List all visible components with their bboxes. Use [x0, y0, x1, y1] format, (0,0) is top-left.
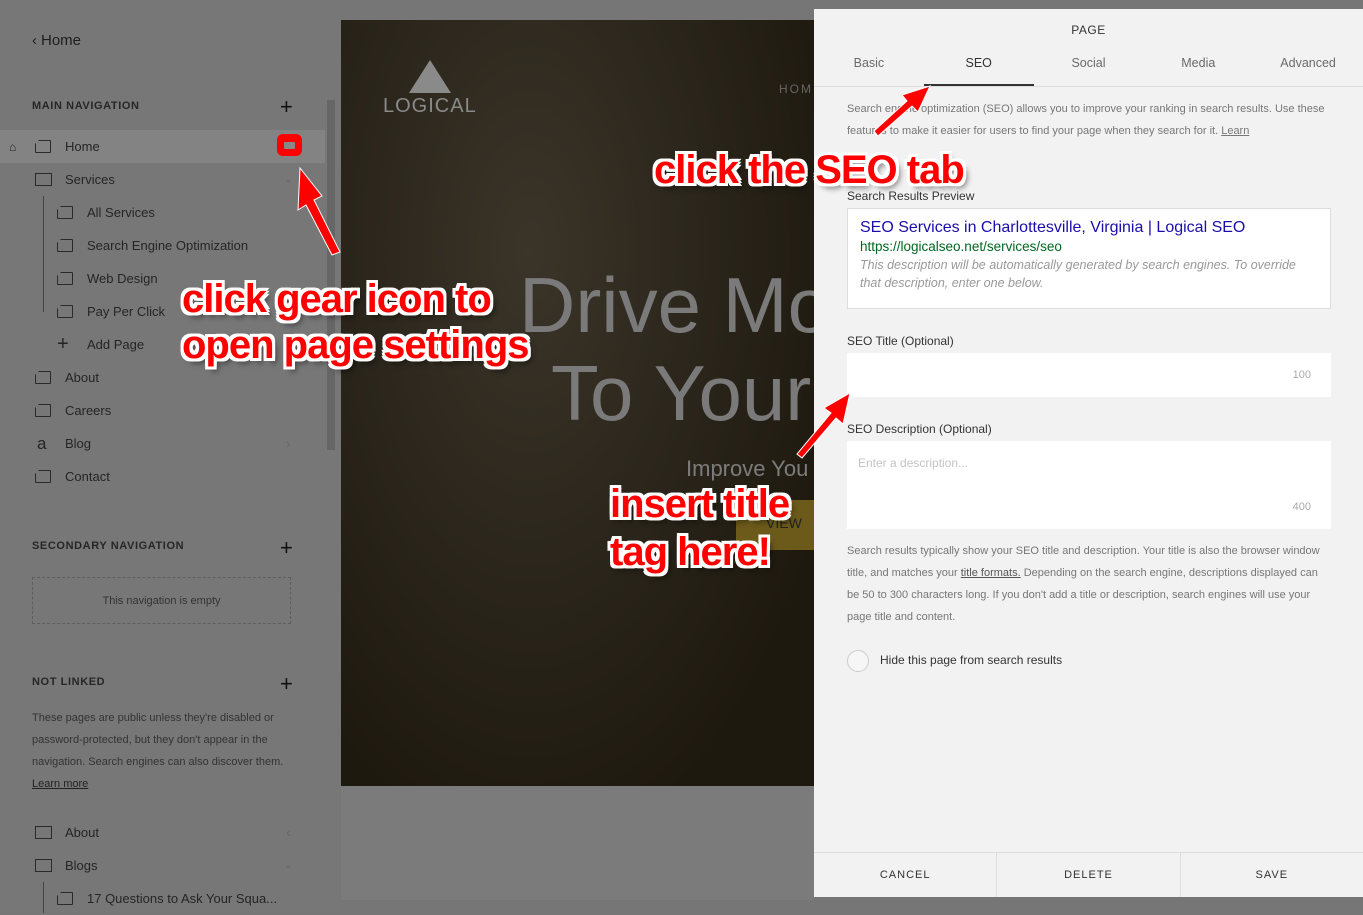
seo-title-input[interactable]: 100: [847, 353, 1331, 397]
hero-heading-line1: Drive Mo: [519, 261, 814, 349]
delete-button[interactable]: DELETE: [997, 853, 1181, 897]
hide-from-search-toggle[interactable]: [847, 650, 869, 672]
nav-item-careers[interactable]: Careers: [0, 394, 325, 427]
page-icon: [57, 272, 73, 285]
seo-description-input[interactable]: Enter a description... 400: [847, 441, 1331, 529]
page-icon: [35, 404, 51, 417]
secondary-navigation-heading: SECONDARY NAVIGATION: [32, 540, 185, 552]
logo-triangle-icon: [408, 60, 451, 93]
page-icon: [35, 470, 51, 483]
secondary-nav-empty: This navigation is empty: [32, 577, 291, 624]
site-preview: LOGICAL HOM Drive Mo To Your Improve You…: [341, 20, 814, 786]
hero-heading-line2: To Your: [551, 349, 812, 437]
nav-item-seo[interactable]: Search Engine Optimization: [0, 229, 325, 262]
folder-icon: [35, 173, 52, 186]
hero-subtitle: Improve You: [686, 456, 809, 481]
annotation-gear-line1: click gear icon to: [182, 277, 492, 321]
folder-icon: [35, 826, 52, 839]
preview-footer-area: [341, 786, 814, 900]
chevron-right-icon: ›: [286, 436, 291, 451]
tab-media[interactable]: Media: [1143, 45, 1253, 86]
tab-social[interactable]: Social: [1034, 45, 1144, 86]
add-not-linked-plus-icon[interactable]: +: [280, 673, 293, 695]
not-linked-description: These pages are public unless they're di…: [32, 712, 284, 790]
not-linked-blog-post[interactable]: 17 Questions to Ask Your Squa...: [0, 882, 325, 915]
annotation-seo-tab: click the SEO tab: [654, 148, 965, 192]
not-linked-heading: NOT LINKED: [32, 676, 106, 688]
learn-more-link[interactable]: Learn more: [32, 778, 88, 790]
not-linked-about[interactable]: About ‹: [0, 816, 325, 849]
seo-description-label: SEO Description (Optional): [847, 422, 992, 436]
learn-link[interactable]: Learn: [1221, 125, 1249, 137]
panel-title: PAGE: [1071, 23, 1106, 37]
annotation-title-line1: insert title: [610, 482, 790, 526]
blog-icon: a: [37, 433, 47, 453]
settings-tabs: Basic SEO Social Media Advanced: [814, 45, 1363, 87]
folder-icon: [35, 859, 52, 872]
annotation-gear-line2: open page settings: [182, 323, 529, 367]
seo-intro: Search engine optimization (SEO) allows …: [847, 103, 1325, 137]
serp-url: https://logicalseo.net/services/seo: [860, 239, 1062, 254]
save-button[interactable]: SAVE: [1181, 853, 1363, 897]
pages-sidebar: ‹ Home MAIN NAVIGATION + ⌂ Home Services …: [0, 0, 340, 913]
page-icon: [57, 892, 73, 905]
tab-advanced[interactable]: Advanced: [1253, 45, 1363, 86]
plus-icon: +: [57, 333, 69, 355]
seo-description-placeholder: Enter a description...: [858, 456, 969, 470]
page-icon: [57, 206, 73, 219]
home-icon: ⌂: [9, 139, 17, 154]
gear-icon[interactable]: [277, 134, 302, 156]
annotation-title-line2: tag here!: [610, 530, 771, 574]
nav-item-services[interactable]: Services ⌄: [0, 163, 325, 196]
page-icon: [35, 140, 51, 153]
chevron-left-icon: ‹: [32, 32, 37, 49]
tab-seo[interactable]: SEO: [923, 45, 1034, 86]
chevron-down-icon: ⌄: [284, 860, 293, 871]
seo-title-char-limit: 100: [1292, 369, 1311, 381]
back-home-link[interactable]: ‹ Home: [32, 32, 81, 49]
hide-from-search-label[interactable]: Hide this page from search results: [880, 653, 1062, 667]
seo-description-char-limit: 400: [1292, 501, 1311, 513]
page-settings-panel: PAGE Basic SEO Social Media Advanced Sea…: [814, 9, 1363, 897]
seo-help-text: Search results typically show your SEO t…: [847, 545, 1320, 623]
add-main-nav-plus-icon[interactable]: +: [280, 96, 293, 118]
chevron-down-icon: ⌄: [284, 174, 293, 185]
nav-item-all-services[interactable]: All Services: [0, 196, 325, 229]
seo-title-label: SEO Title (Optional): [847, 334, 954, 348]
cancel-button[interactable]: CANCEL: [814, 853, 998, 897]
serp-description: This description will be automatically g…: [860, 258, 1296, 290]
search-results-preview: SEO Services in Charlottesville, Virgini…: [847, 208, 1331, 309]
page-icon: [35, 371, 51, 384]
site-logo: LOGICAL: [383, 60, 477, 118]
page-icon: [57, 305, 73, 318]
chevron-left-icon: ‹: [286, 825, 291, 840]
add-secondary-nav-plus-icon[interactable]: +: [280, 537, 293, 559]
nav-item-blog[interactable]: a Blog ›: [0, 427, 325, 460]
not-linked-blogs[interactable]: Blogs ⌄: [0, 849, 325, 882]
tab-basic[interactable]: Basic: [814, 45, 924, 86]
nav-item-contact[interactable]: Contact: [0, 460, 325, 493]
title-formats-link[interactable]: title formats.: [961, 567, 1021, 579]
serp-title: SEO Services in Charlottesville, Virgini…: [860, 219, 1246, 236]
main-navigation-heading: MAIN NAVIGATION: [32, 100, 140, 112]
sidebar-scrollbar[interactable]: [327, 100, 335, 450]
site-nav-home[interactable]: HOM: [779, 82, 813, 96]
page-icon: [57, 239, 73, 252]
panel-footer: CANCEL DELETE SAVE: [814, 852, 1363, 897]
